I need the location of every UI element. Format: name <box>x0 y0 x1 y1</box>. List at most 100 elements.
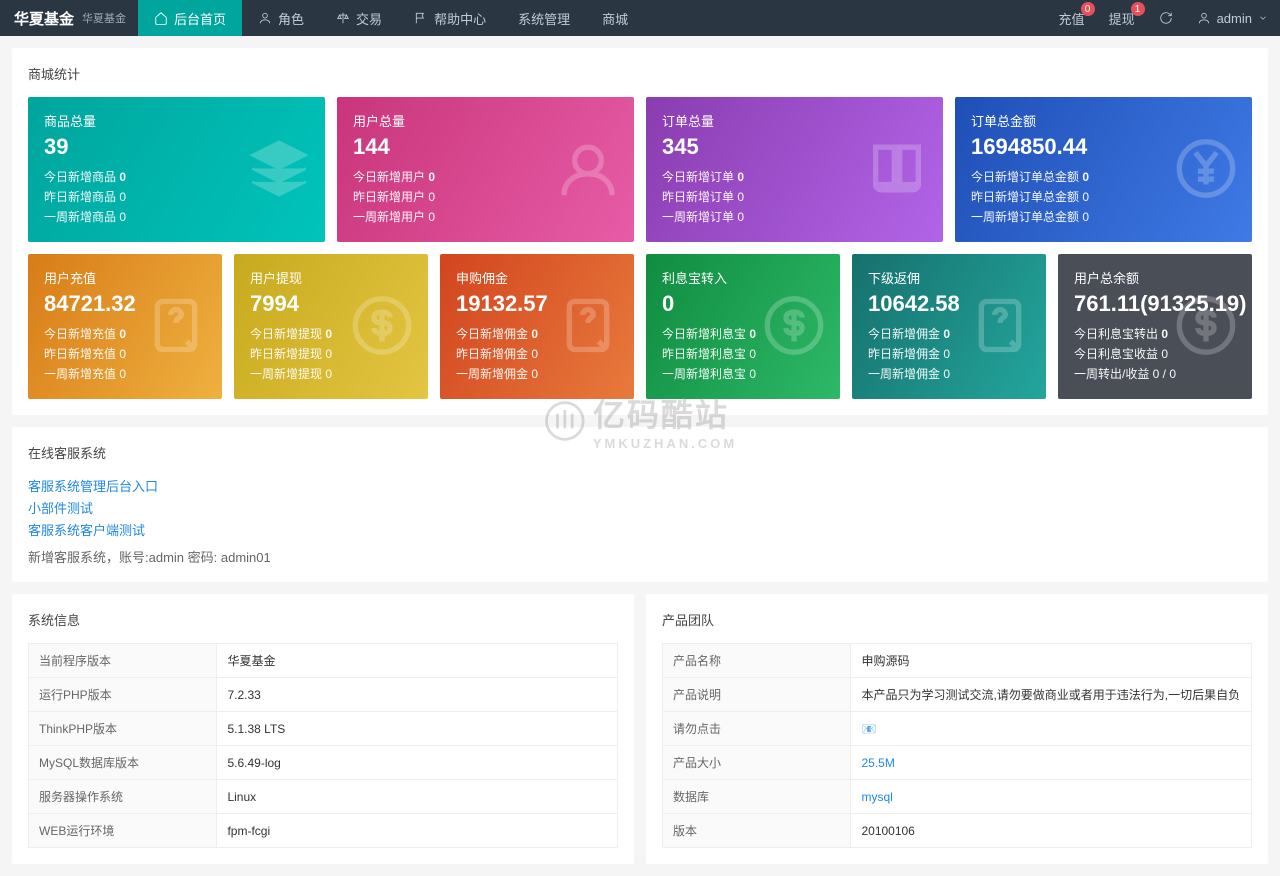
sysinfo-panel: 系统信息 当前程序版本华夏基金运行PHP版本7.2.33ThinkPHP版本5.… <box>12 594 634 864</box>
info-key: 产品说明 <box>663 678 851 712</box>
scale-icon <box>336 11 350 25</box>
nav-tab-1[interactable]: 角色 <box>242 0 320 36</box>
nav-tab-label: 交易 <box>356 9 382 28</box>
info-key: 产品大小 <box>663 746 851 780</box>
info-key: ThinkPHP版本 <box>29 712 217 746</box>
recharge-badge: 0 <box>1081 2 1095 16</box>
card-title: 用户提现 <box>250 268 412 287</box>
stat-card: 订单总量345今日新增订单 0昨日新增订单 0一周新增订单 0 <box>646 97 943 242</box>
kf-links: 客服系统管理后台入口小部件测试客服系统客户端测试 <box>28 476 1252 539</box>
team-table: 产品名称申购源码产品说明本产品只为学习测试交流,请勿要做商业或者用于违法行为,一… <box>662 643 1252 848</box>
refresh-action[interactable] <box>1147 0 1185 36</box>
card-title: 申购佣金 <box>456 268 618 287</box>
card-title: 下级返佣 <box>868 268 1030 287</box>
nav-tab-label: 系统管理 <box>518 9 570 28</box>
stat-row-1: 商品总量39今日新增商品 0昨日新增商品 0一周新增商品 0用户总量144今日新… <box>28 97 1252 242</box>
card-line: 一周新增佣金 0 <box>868 365 1030 382</box>
stat-card: 商品总量39今日新增商品 0昨日新增商品 0一周新增商品 0 <box>28 97 325 242</box>
nav-tab-5[interactable]: 商城 <box>586 0 644 36</box>
table-row: 请勿点击📧 <box>663 712 1252 746</box>
nav-tab-label: 商城 <box>602 9 628 28</box>
card-line: 一周转出/收益 0 / 0 <box>1074 365 1236 382</box>
card-title: 商品总量 <box>44 111 309 130</box>
info-value: fpm-fcgi <box>217 814 618 848</box>
card-title: 订单总金额 <box>971 111 1236 130</box>
table-row: 当前程序版本华夏基金 <box>29 644 618 678</box>
kf-panel: 在线客服系统 客服系统管理后台入口小部件测试客服系统客户端测试 新增客服系统，账… <box>12 427 1268 582</box>
nav-tab-label: 后台首页 <box>174 9 226 28</box>
stats-title: 商城统计 <box>28 64 1252 83</box>
team-panel: 产品团队 产品名称申购源码产品说明本产品只为学习测试交流,请勿要做商业或者用于违… <box>646 594 1268 864</box>
info-key: MySQL数据库版本 <box>29 746 217 780</box>
info-value: 📧 <box>851 712 1252 746</box>
docq-icon <box>144 293 208 360</box>
stat-card: 用户总量144今日新增用户 0昨日新增用户 0一周新增用户 0 <box>337 97 634 242</box>
info-value: 7.2.33 <box>217 678 618 712</box>
dollar-icon <box>762 293 826 360</box>
nav-tab-4[interactable]: 系统管理 <box>502 0 586 36</box>
card-title: 订单总量 <box>662 111 927 130</box>
stat-card: 下级返佣10642.58今日新增佣金 0昨日新增佣金 0一周新增佣金 0 <box>852 254 1046 399</box>
layers-icon <box>247 136 311 203</box>
card-line: 一周新增利息宝 0 <box>662 365 824 382</box>
kf-note: 新增客服系统，账号:admin 密码: admin01 <box>28 547 1252 566</box>
info-key: 请勿点击 <box>663 712 851 746</box>
brand-sub: 华夏基金 <box>82 10 138 26</box>
user-menu[interactable]: admin <box>1185 0 1280 36</box>
withdraw-action[interactable]: 提现 1 <box>1097 0 1147 36</box>
stats-panel: 商城统计 商品总量39今日新增商品 0昨日新增商品 0一周新增商品 0用户总量1… <box>12 48 1268 415</box>
info-key: 版本 <box>663 814 851 848</box>
home-icon <box>154 11 168 25</box>
book-icon <box>865 136 929 203</box>
info-value: 5.6.49-log <box>217 746 618 780</box>
card-title: 用户充值 <box>44 268 206 287</box>
card-line: 一周新增用户 0 <box>353 208 618 225</box>
info-key: 产品名称 <box>663 644 851 678</box>
info-value: 华夏基金 <box>217 644 618 678</box>
stat-card: 用户充值84721.32今日新增充值 0昨日新增充值 0一周新增充值 0 <box>28 254 222 399</box>
team-title: 产品团队 <box>662 610 1252 629</box>
chevron-down-icon <box>1258 11 1268 25</box>
brand: 华夏基金 <box>0 8 88 29</box>
info-value: 25.5M <box>851 746 1252 780</box>
card-line: 一周新增商品 0 <box>44 208 309 225</box>
card-line: 一周新增提现 0 <box>250 365 412 382</box>
kf-title: 在线客服系统 <box>28 443 1252 462</box>
kf-link[interactable]: 客服系统管理后台入口 <box>28 476 1252 495</box>
withdraw-badge: 1 <box>1131 2 1145 16</box>
info-value: 本产品只为学习测试交流,请勿要做商业或者用于违法行为,一切后果自负 <box>851 678 1252 712</box>
info-link[interactable]: 25.5M <box>861 756 894 770</box>
stat-card: 订单总金额1694850.44今日新增订单总金额 0昨日新增订单总金额 0一周新… <box>955 97 1252 242</box>
kf-link[interactable]: 客服系统客户端测试 <box>28 520 1252 539</box>
table-row: 版本20100106 <box>663 814 1252 848</box>
card-line: 一周新增佣金 0 <box>456 365 618 382</box>
user-label: admin <box>1217 11 1252 26</box>
stat-card: 申购佣金19132.57今日新增佣金 0昨日新增佣金 0一周新增佣金 0 <box>440 254 634 399</box>
info-value: 申购源码 <box>851 644 1252 678</box>
flag-icon <box>414 11 428 25</box>
dollar-icon <box>1174 293 1238 360</box>
table-row: 产品说明本产品只为学习测试交流,请勿要做商业或者用于违法行为,一切后果自负 <box>663 678 1252 712</box>
sysinfo-title: 系统信息 <box>28 610 618 629</box>
dollar-icon <box>350 293 414 360</box>
table-row: 运行PHP版本7.2.33 <box>29 678 618 712</box>
table-row: ThinkPHP版本5.1.38 LTS <box>29 712 618 746</box>
table-row: MySQL数据库版本5.6.49-log <box>29 746 618 780</box>
table-row: 产品名称申购源码 <box>663 644 1252 678</box>
info-value: 20100106 <box>851 814 1252 848</box>
info-key: 运行PHP版本 <box>29 678 217 712</box>
stat-card: 利息宝转入0今日新增利息宝 0昨日新增利息宝 0一周新增利息宝 0 <box>646 254 840 399</box>
info-key: WEB运行环境 <box>29 814 217 848</box>
nav-tab-3[interactable]: 帮助中心 <box>398 0 502 36</box>
nav-tab-0[interactable]: 后台首页 <box>138 0 242 36</box>
nav-tab-2[interactable]: 交易 <box>320 0 398 36</box>
card-line: 一周新增订单 0 <box>662 208 927 225</box>
recharge-action[interactable]: 充值 0 <box>1047 0 1097 36</box>
stat-card: 用户提现7994今日新增提现 0昨日新增提现 0一周新增提现 0 <box>234 254 428 399</box>
kf-link[interactable]: 小部件测试 <box>28 498 1252 517</box>
nav-tab-label: 角色 <box>278 9 304 28</box>
docq-icon <box>556 293 620 360</box>
card-line: 一周新增订单总金额 0 <box>971 208 1236 225</box>
info-value: 5.1.38 LTS <box>217 712 618 746</box>
card-title: 用户总余额 <box>1074 268 1236 287</box>
